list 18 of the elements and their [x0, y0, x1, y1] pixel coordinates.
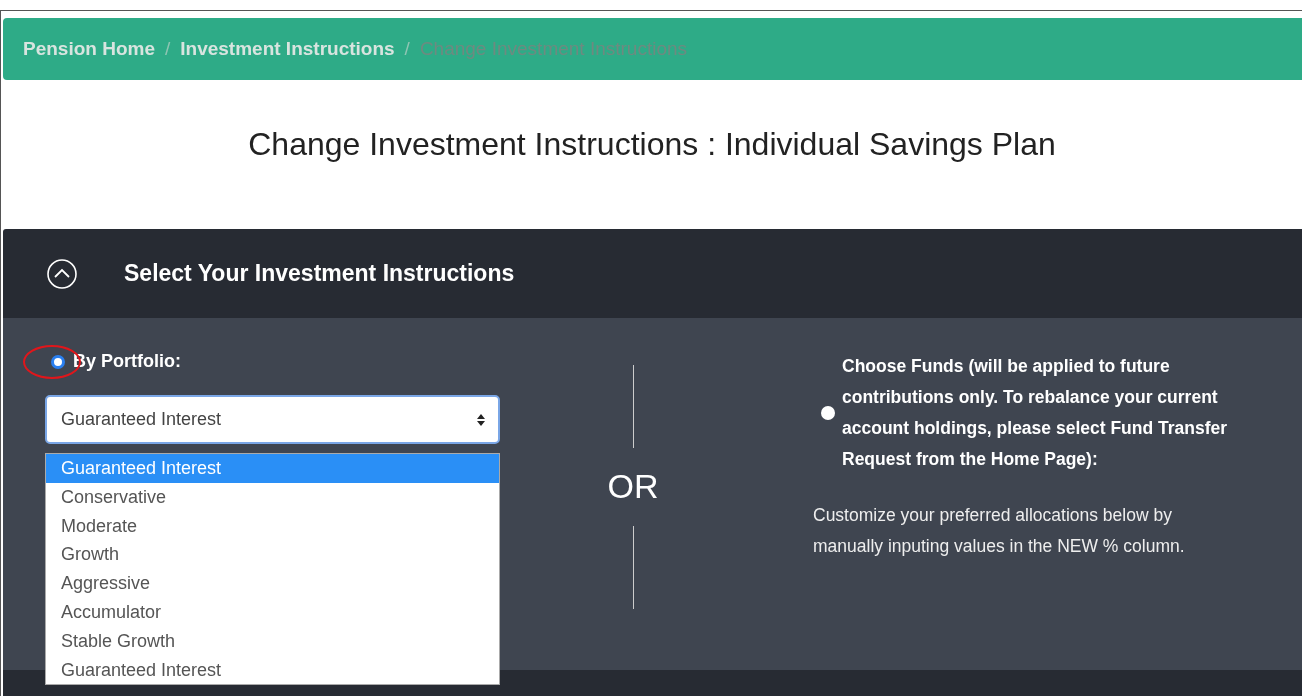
dropdown-option[interactable]: Guaranteed Interest	[46, 655, 499, 685]
page-title: Change Investment Instructions : Individual Savings Plan	[247, 125, 1057, 164]
funds-note: Customize your preferred allocations below by manually inputing values in the NEW % column.	[813, 504, 1186, 558]
portfolio-select[interactable]: Guaranteed Interest	[45, 395, 500, 444]
breadcrumb-separator: /	[404, 38, 410, 60]
dropdown-option[interactable]: Conservative	[46, 482, 499, 512]
dropdown-option[interactable]: Accumulator	[46, 598, 499, 627]
or-divider-label: OR	[607, 466, 659, 507]
breadcrumb-separator: /	[165, 38, 171, 60]
funds-label: Choose Funds (will be applied to future contributions only. To rebalance your current account holdings, please select Fund Transfer Request from the Home Page):	[842, 355, 1229, 471]
dropdown-option[interactable]: Stable Growth	[46, 626, 499, 656]
section-title: Select Your Investment Instructions	[124, 260, 515, 287]
dropdown-option[interactable]: Moderate	[46, 511, 499, 541]
portfolio-radio[interactable]	[51, 354, 65, 369]
funds-radio[interactable]	[821, 406, 835, 420]
dropdown-option[interactable]: Aggressive	[46, 569, 499, 598]
collapse-icon[interactable]	[46, 257, 78, 290]
dropdown-option[interactable]: Growth	[46, 540, 499, 570]
